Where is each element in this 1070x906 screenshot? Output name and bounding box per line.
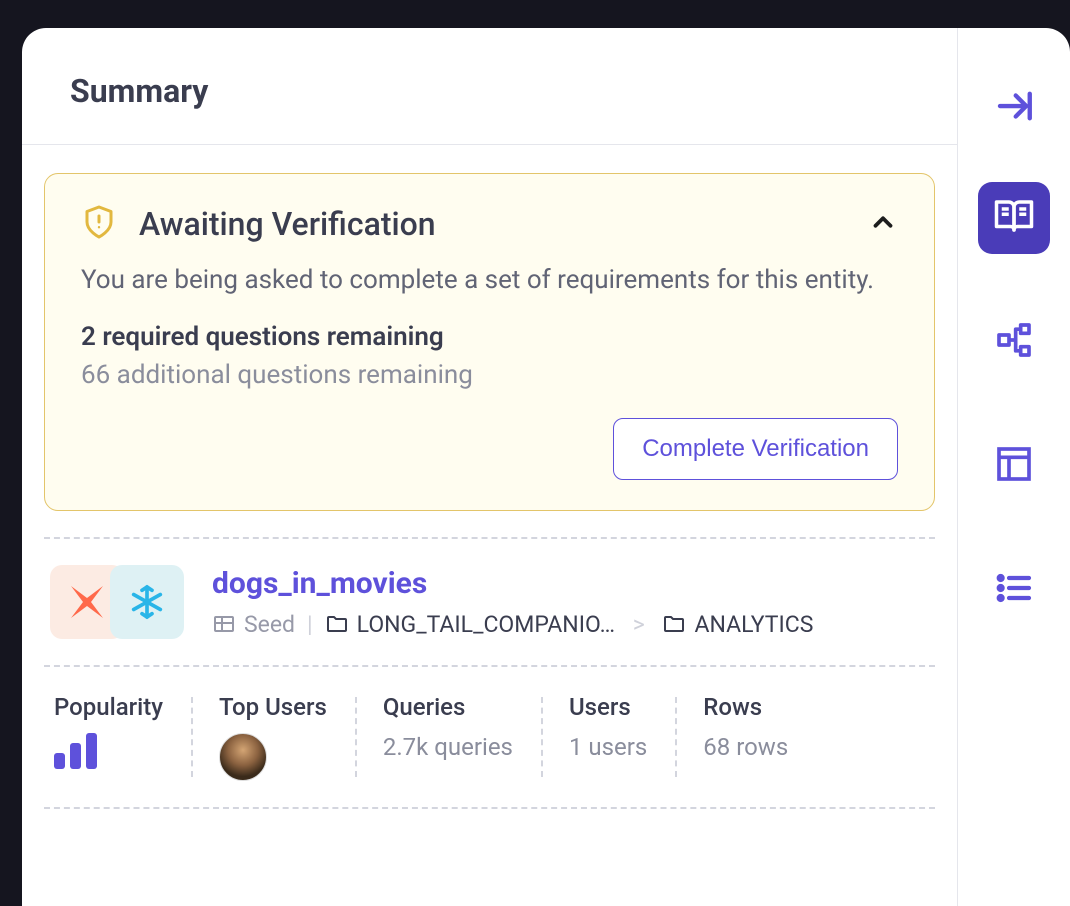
verification-header[interactable]: Awaiting Verification (81, 204, 898, 244)
collapse-panel-button[interactable] (978, 82, 1050, 130)
breadcrumb-separator: | (307, 611, 313, 638)
stat-popularity: Popularity (50, 693, 191, 781)
breadcrumb-folder-2[interactable]: ANALYTICS (662, 611, 813, 638)
breadcrumb-folder-1[interactable]: LONG_TAIL_COMPANIO… (325, 611, 615, 638)
entity-info: dogs_in_movies Seed | (212, 566, 929, 638)
tab-lineage[interactable] (978, 306, 1050, 378)
stat-label: Top Users (219, 693, 327, 721)
verification-title: Awaiting Verification (139, 205, 846, 243)
stat-label: Rows (703, 693, 788, 721)
page-title: Summary (70, 72, 909, 110)
stat-value: 68 rows (703, 733, 788, 761)
verification-description: You are being asked to complete a set of… (81, 262, 898, 300)
layout-icon (994, 444, 1034, 488)
stat-value: 1 users (569, 733, 647, 761)
verification-actions: Complete Verification (81, 418, 898, 480)
stat-rows: Rows 68 rows (675, 693, 816, 781)
shield-alert-icon (81, 204, 117, 244)
header: Summary (22, 28, 957, 145)
additional-remaining: 66 additional questions remaining (81, 360, 898, 390)
entity-name[interactable]: dogs_in_movies (212, 566, 929, 601)
stat-users: Users 1 users (541, 693, 675, 781)
stat-label: Popularity (54, 693, 163, 721)
tab-columns[interactable] (978, 430, 1050, 502)
breadcrumb-type: Seed (212, 611, 295, 638)
chevron-up-icon[interactable] (868, 207, 898, 241)
avatar[interactable] (219, 733, 267, 781)
breadcrumb-chevron-icon: > (627, 611, 650, 638)
content-area: Summary Awaiting Verification (22, 28, 958, 906)
snowflake-icon (110, 565, 184, 639)
hierarchy-icon (994, 320, 1034, 364)
required-remaining: 2 required questions remaining (81, 322, 898, 352)
complete-verification-button[interactable]: Complete Verification (613, 418, 898, 480)
list-icon (994, 568, 1034, 612)
stat-label: Queries (383, 693, 513, 721)
book-open-icon (993, 195, 1035, 241)
stat-queries: Queries 2.7k queries (355, 693, 541, 781)
breadcrumb: Seed | LONG_TAIL_COMPANIO… > (212, 611, 929, 638)
side-rail (958, 28, 1070, 906)
tab-list[interactable] (978, 554, 1050, 626)
entity-icons (50, 565, 184, 639)
entity-row: dogs_in_movies Seed | (44, 565, 935, 639)
divider (44, 665, 935, 667)
divider (44, 537, 935, 539)
main-panel: Summary Awaiting Verification (22, 28, 1070, 906)
tab-summary[interactable] (978, 182, 1050, 254)
stat-top-users: Top Users (191, 693, 355, 781)
breadcrumb-path2-label: ANALYTICS (694, 611, 813, 638)
popularity-bars-icon (54, 733, 163, 769)
body: Awaiting Verification You are being aske… (22, 145, 957, 809)
stat-label: Users (569, 693, 647, 721)
breadcrumb-path1-label: LONG_TAIL_COMPANIO… (357, 611, 615, 638)
stat-value: 2.7k queries (383, 733, 513, 761)
stats-row: Popularity Top Users Queries 2.7k querie… (44, 693, 935, 781)
verification-card: Awaiting Verification You are being aske… (44, 173, 935, 511)
divider (44, 807, 935, 809)
entity-type-label: Seed (244, 611, 295, 638)
